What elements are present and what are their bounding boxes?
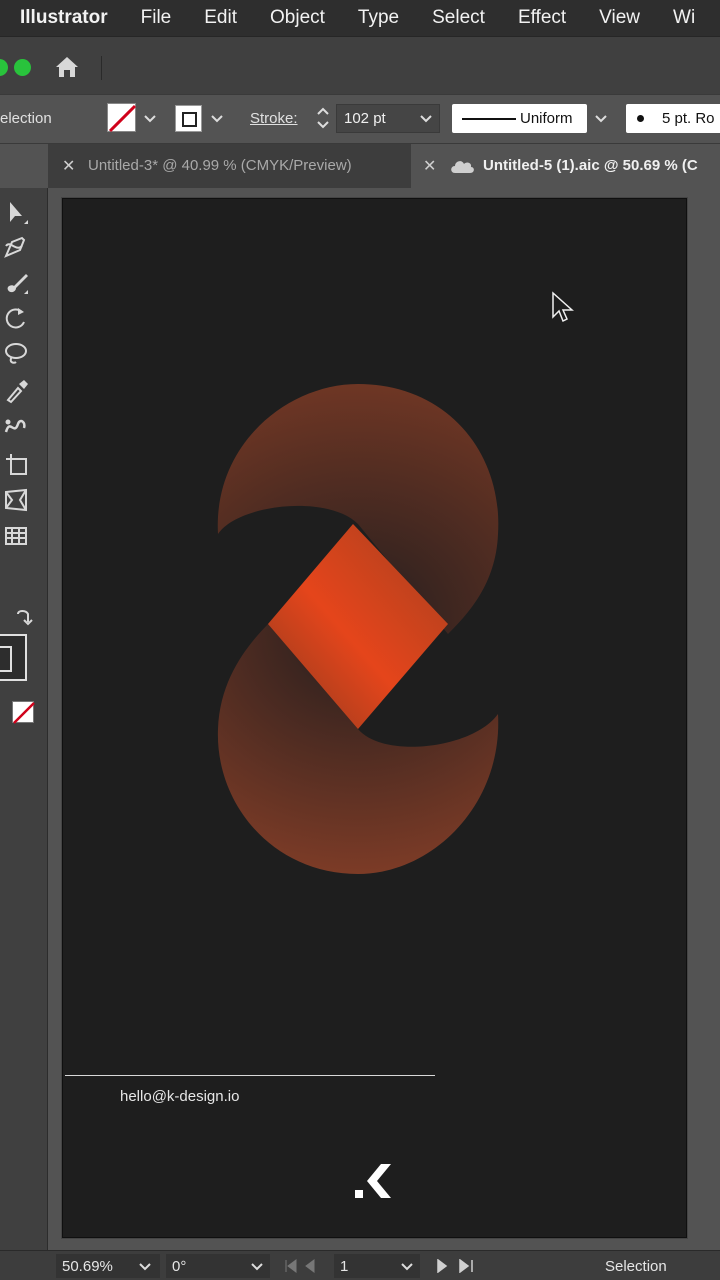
app-bar — [0, 36, 720, 94]
home-icon[interactable] — [53, 53, 81, 81]
brush-definition-select[interactable]: 5 pt. Ro — [626, 104, 720, 133]
artboard-tool[interactable] — [2, 450, 36, 482]
paintbrush-tool[interactable] — [2, 268, 36, 300]
mouse-cursor-icon — [552, 291, 574, 323]
menu-file[interactable]: File — [141, 7, 172, 29]
status-bar: 50.69% 0° 1 Selection — [0, 1250, 720, 1280]
graph-tool-icon — [5, 527, 27, 545]
selection-tool[interactable] — [2, 198, 36, 230]
tab-title: Untitled-3* @ 40.99 % (CMYK/Preview) — [88, 157, 352, 174]
rotation-select[interactable]: 0° — [166, 1254, 270, 1278]
eyedropper-tool[interactable] — [2, 376, 36, 408]
fill-swatch-none[interactable] — [107, 103, 137, 133]
menu-bar: Illustrator File Edit Object Type Select… — [0, 0, 720, 36]
stroke-weight-chevron-icon[interactable] — [419, 112, 433, 126]
artboard-tool-icon — [6, 454, 27, 475]
tool-name-label: election — [0, 110, 52, 127]
k-logo-mark — [355, 1164, 391, 1198]
menu-select[interactable]: Select — [432, 7, 485, 29]
rotate-tool[interactable] — [2, 304, 36, 336]
footer-divider-line — [65, 1075, 435, 1076]
selection-tool-icon — [10, 202, 28, 224]
menu-app-name[interactable]: Illustrator — [20, 7, 108, 29]
appbar-divider — [101, 56, 102, 80]
stroke-weight-value: 102 pt — [344, 110, 386, 127]
stroke-label[interactable]: Stroke: — [250, 110, 298, 127]
perspective-tool[interactable] — [2, 486, 36, 518]
zoom-chevron-icon — [139, 1263, 151, 1271]
rotation-chevron-icon — [251, 1263, 263, 1271]
brush-label: 5 pt. Ro — [662, 110, 715, 127]
cloud-document-icon — [451, 161, 474, 173]
fill-chevron-down-icon[interactable] — [143, 112, 157, 126]
menu-type[interactable]: Type — [358, 7, 399, 29]
fill-stroke-indicator[interactable] — [0, 634, 27, 681]
infinity-s-logo-artwork[interactable] — [213, 384, 503, 874]
profile-label: Uniform — [520, 110, 573, 127]
swap-fill-stroke-icon[interactable] — [14, 606, 36, 628]
next-last-artboard-icon[interactable] — [434, 1259, 476, 1273]
close-tab-icon[interactable]: ✕ — [62, 156, 75, 176]
current-tool-status: Selection — [605, 1258, 667, 1275]
variable-width-profile-select[interactable]: Uniform — [452, 104, 587, 133]
puppet-warp-tool[interactable] — [2, 412, 36, 444]
menu-effect[interactable]: Effect — [518, 7, 566, 29]
zoom-value: 50.69% — [62, 1258, 113, 1275]
document-tab-untitled-3[interactable]: ✕ Untitled-3* @ 40.99 % (CMYK/Preview) — [48, 144, 411, 188]
pen-tool[interactable] — [2, 232, 36, 264]
perspective-tool-icon — [5, 488, 27, 512]
profile-line-preview — [462, 118, 516, 120]
lasso-tool[interactable] — [2, 340, 36, 372]
stroke-stepper-icon[interactable] — [316, 104, 330, 132]
artboard-number-select[interactable]: 1 — [334, 1254, 420, 1278]
artboard[interactable]: hello@k-design.io — [62, 198, 687, 1238]
artboard-number: 1 — [340, 1258, 349, 1275]
document-tab-untitled-5[interactable]: ✕ Untitled-5 (1).aic @ 50.69 % (C — [411, 144, 720, 188]
menu-object[interactable]: Object — [270, 7, 325, 29]
paintbrush-tool-icon — [7, 274, 28, 294]
puppet-warp-tool-icon — [4, 419, 26, 433]
pen-tool-icon — [4, 236, 26, 258]
tab-title: Untitled-5 (1).aic @ 50.69 % (C — [483, 157, 698, 174]
window-zoom-button[interactable] — [14, 59, 31, 76]
contact-email: hello@k-design.io — [120, 1088, 240, 1105]
stroke-swatch[interactable] — [175, 105, 202, 132]
lasso-tool-icon — [5, 343, 27, 364]
first-previous-artboard-icon[interactable] — [284, 1259, 324, 1273]
none-color-button[interactable] — [12, 701, 35, 724]
rotation-value: 0° — [172, 1258, 187, 1275]
profile-chevron-down-icon[interactable] — [594, 112, 608, 126]
zoom-select[interactable]: 50.69% — [56, 1254, 160, 1278]
rotate-tool-icon — [5, 308, 25, 329]
brush-dot-icon — [637, 115, 644, 122]
menu-edit[interactable]: Edit — [204, 7, 237, 29]
stroke-chevron-down-icon[interactable] — [210, 112, 224, 126]
artboard-chevron-icon — [401, 1263, 413, 1271]
menu-window[interactable]: Wi — [673, 7, 695, 29]
menu-view[interactable]: View — [599, 7, 640, 29]
document-tab-bar: ✕ Untitled-3* @ 40.99 % (CMYK/Preview) ✕… — [48, 144, 720, 188]
close-tab-icon[interactable]: ✕ — [423, 156, 436, 176]
eyedropper-tool-icon — [6, 380, 28, 404]
graph-tool[interactable] — [2, 522, 36, 554]
